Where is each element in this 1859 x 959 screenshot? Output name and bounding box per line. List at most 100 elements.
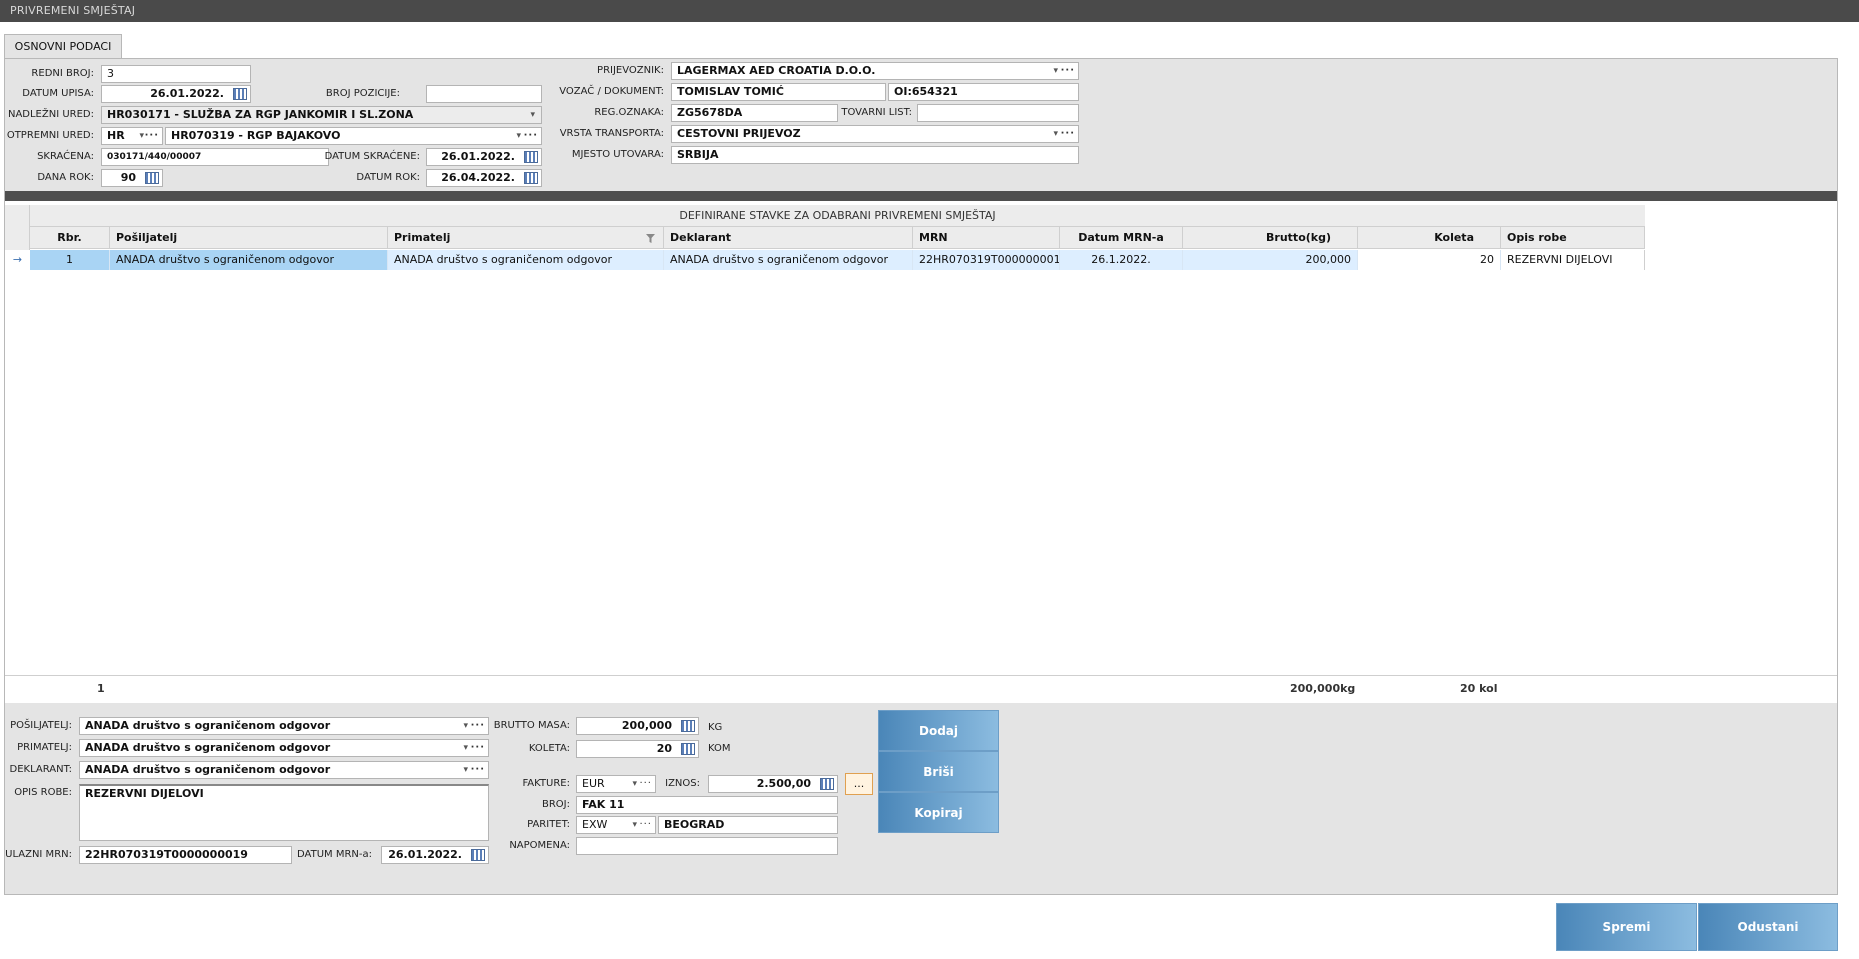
grid-separator-bar (5, 191, 1837, 201)
table-row-cell-opis-robe[interactable]: REZERVNI DIJELOVI (1501, 250, 1645, 270)
table-row-cell-rbr[interactable]: 1 (30, 250, 110, 270)
more-icon[interactable]: ··· (1061, 126, 1075, 142)
column-deklarant[interactable]: Deklarant (664, 227, 913, 249)
tab-osnovni-podaci[interactable]: OSNOVNI PODACI (4, 34, 122, 59)
prijevoznik-label: PRIJEVOZNIK: (597, 65, 664, 76)
vrsta-transporta-label: VRSTA TRANSPORTA: (559, 128, 664, 139)
odustani-button[interactable]: Odustani (1698, 903, 1838, 951)
dana-rok-value: 90 (120, 171, 136, 184)
calendar-icon[interactable] (145, 172, 159, 184)
chevron-down-icon[interactable]: ▾ (516, 128, 521, 144)
opis-robe-textarea[interactable]: REZERVNI DIJELOVI (79, 784, 489, 841)
filter-icon[interactable] (646, 234, 655, 243)
koleta-value: 20 (656, 742, 672, 755)
chevron-down-icon[interactable]: ▾ (463, 762, 468, 778)
calendar-icon[interactable] (681, 720, 695, 732)
column-rbr[interactable]: Rbr. (30, 227, 110, 249)
table-row-cell-brutto[interactable]: 200,000 (1183, 250, 1358, 270)
chevron-down-icon[interactable]: ▾ (632, 817, 637, 833)
iznos-field[interactable]: 2.500,00 (708, 775, 838, 793)
redni-broj-field[interactable]: 3 (101, 65, 251, 83)
nadlezni-ured-field[interactable]: HR030171 - SLUŽBA ZA RGP JANKOMIR I SL.Z… (101, 106, 542, 124)
paritet-label: PARITET: (527, 819, 570, 830)
dodaj-button[interactable]: Dodaj (878, 710, 999, 751)
calendar-icon[interactable] (233, 88, 247, 100)
column-primatelj[interactable]: Primatelj (388, 227, 664, 249)
column-datum-mrn[interactable]: Datum MRN-a (1060, 227, 1183, 249)
otpremni-ured-country-select[interactable]: HR ▾ ··· (101, 127, 163, 145)
more-icon[interactable]: ··· (639, 817, 652, 833)
calendar-icon[interactable] (471, 849, 485, 861)
otpremni-ured-select[interactable]: HR070319 - RGP BAJAKOVO ▾ ··· (165, 127, 542, 145)
broj-pozicije-field[interactable] (426, 85, 542, 103)
opis-robe-label: OPIS ROBE: (14, 787, 72, 798)
vrsta-transporta-select[interactable]: CESTOVNI PRIJEVOZ ▾ ··· (671, 125, 1079, 143)
chevron-down-icon[interactable]: ▾ (139, 128, 144, 144)
ellipsis-button[interactable]: ... (845, 773, 873, 795)
tovarni-list-field[interactable] (917, 104, 1079, 122)
calendar-icon[interactable] (681, 743, 695, 755)
mjesto-utovara-field[interactable]: SRBIJA (671, 146, 1079, 164)
posiljatelj-select[interactable]: ANADA društvo s ograničenom odgovor ▾ ··… (79, 717, 489, 735)
table-row-cell-primatelj[interactable]: ANADA društvo s ograničenom odgovor (388, 250, 664, 270)
chevron-down-icon[interactable]: ▾ (632, 776, 637, 792)
column-koleta[interactable]: Koleta (1358, 227, 1501, 249)
posiljatelj-value: ANADA društvo s ograničenom odgovor (85, 719, 331, 732)
kopiraj-button[interactable]: Kopiraj (878, 792, 999, 833)
chevron-down-icon[interactable]: ▾ (463, 718, 468, 734)
more-icon[interactable]: ··· (145, 128, 159, 144)
koleta-field[interactable]: 20 (576, 740, 699, 758)
brutto-masa-field[interactable]: 200,000 (576, 717, 699, 735)
calendar-icon[interactable] (524, 151, 538, 163)
table-row-cell-datum-mrn[interactable]: 26.1.2022. (1060, 250, 1183, 270)
posiljatelj-label: POŠILJATELJ: (10, 720, 72, 731)
more-icon[interactable]: ··· (471, 762, 485, 778)
nadlezni-ured-label: NADLEŽNI URED: (7, 109, 94, 120)
table-row-cell-koleta[interactable]: 20 (1358, 250, 1501, 270)
more-icon[interactable]: ··· (524, 128, 538, 144)
dana-rok-field[interactable]: 90 (101, 169, 163, 187)
spremi-button[interactable]: Spremi (1556, 903, 1697, 951)
paritet-select[interactable]: EXW ▾ ··· (576, 816, 656, 834)
datum-skracene-field[interactable]: 26.01.2022. (426, 148, 542, 166)
ulazni-mrn-field[interactable]: 22HR070319T0000000019 (79, 846, 292, 864)
prijevoznik-select[interactable]: LAGERMAX AED CROATIA D.O.O. ▾ ··· (671, 62, 1079, 80)
datum-mrn-field[interactable]: 26.01.2022. (381, 846, 489, 864)
more-icon[interactable]: ··· (639, 776, 652, 792)
napomena-field[interactable] (576, 837, 838, 855)
items-grid (5, 201, 1837, 675)
paritet-place-field[interactable]: BEOGRAD (658, 816, 838, 834)
redni-broj-label: REDNI BROJ: (31, 68, 94, 79)
chevron-down-icon[interactable]: ▾ (1053, 63, 1058, 79)
column-posiljatelj[interactable]: Pošiljatelj (110, 227, 388, 249)
calendar-icon[interactable] (524, 172, 538, 184)
broj-field[interactable]: FAK 11 (576, 796, 838, 814)
chevron-down-icon[interactable]: ▾ (463, 740, 468, 756)
iznos-value: 2.500,00 (756, 777, 811, 790)
column-brutto[interactable]: Brutto(kg) (1183, 227, 1358, 249)
skracena-field[interactable]: 030171/440/00007 (101, 148, 329, 166)
table-row-cell-deklarant[interactable]: ANADA društvo s ograničenom odgovor (664, 250, 913, 270)
more-icon[interactable]: ··· (471, 718, 485, 734)
vozac-dokument-field[interactable]: OI:654321 (888, 83, 1079, 101)
more-icon[interactable]: ··· (1061, 63, 1075, 79)
prijevoznik-value: LAGERMAX AED CROATIA D.O.O. (677, 64, 876, 77)
chevron-down-icon[interactable]: ▾ (530, 107, 535, 123)
table-row-cell-posiljatelj[interactable]: ANADA društvo s ograničenom odgovor (110, 250, 388, 270)
chevron-down-icon[interactable]: ▾ (1053, 126, 1058, 142)
otpremni-ured-value: HR070319 - RGP BAJAKOVO (171, 129, 341, 142)
primatelj-select[interactable]: ANADA društvo s ograničenom odgovor ▾ ··… (79, 739, 489, 757)
column-opis-robe[interactable]: Opis robe (1501, 227, 1645, 249)
fakture-currency-select[interactable]: EUR ▾ ··· (576, 775, 656, 793)
datum-skracene-value: 26.01.2022. (441, 150, 515, 163)
more-icon[interactable]: ··· (471, 740, 485, 756)
deklarant-select[interactable]: ANADA društvo s ograničenom odgovor ▾ ··… (79, 761, 489, 779)
datum-rok-field[interactable]: 26.04.2022. (426, 169, 542, 187)
table-row-cell-mrn[interactable]: 22HR070319T0000000019 (913, 250, 1060, 270)
reg-oznaka-field[interactable]: ZG5678DA (671, 104, 838, 122)
vozac-field[interactable]: TOMISLAV TOMIĆ (671, 83, 886, 101)
calendar-icon[interactable] (820, 778, 834, 790)
datum-upisa-field[interactable]: 26.01.2022. (101, 85, 251, 103)
brisi-button[interactable]: Briši (878, 751, 999, 792)
column-mrn[interactable]: MRN (913, 227, 1060, 249)
